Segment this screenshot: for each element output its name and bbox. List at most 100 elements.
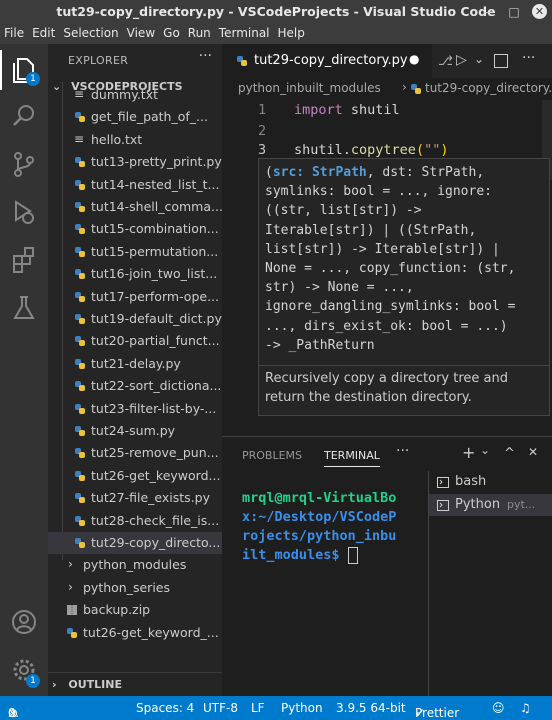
split-editor-icon[interactable]: ⎇ [438,54,453,69]
file-item[interactable]: tut14-nested_list_t... [48,174,222,196]
new-terminal-button[interactable]: + [462,443,475,462]
breadcrumb: python_inbuilt_modules › tut29-copy_dire… [222,78,552,100]
file-item[interactable]: tut15-permutation... [48,241,222,263]
account-icon[interactable] [8,606,40,638]
menu-go[interactable]: Go [159,24,184,42]
python-file-icon [75,538,85,548]
feedback-icon[interactable]: ☺ [492,701,505,715]
outline-divider [48,672,222,673]
unsaved-dot-icon[interactable]: ● [409,52,419,66]
close-window-button[interactable]: ✕ [532,4,547,19]
python-file-icon [75,291,85,302]
file-item[interactable]: tut13-pretty_print.py [48,151,222,173]
file-name: tut17-perform-ope... [91,288,219,304]
notifications-bell-icon[interactable]: ♫ [520,701,531,715]
tab-terminal[interactable]: TERMINAL [324,449,380,467]
folder-item[interactable]: › python_modules [48,554,222,576]
menu-file[interactable]: File [0,24,28,42]
restore-button[interactable]: □ [506,4,522,20]
terminal-item-bash[interactable]: bash [429,471,552,493]
file-item[interactable]: tut17-perform-ope... [48,286,222,308]
python-file-icon [75,269,85,280]
file-item[interactable]: tut26-get_keyword... [48,465,222,487]
file-item[interactable]: tut14-shell_comma... [48,196,222,218]
chevron-right-icon: › [68,556,73,572]
file-item[interactable]: tut26-get_keyword_... [48,622,222,644]
manage-gear-icon[interactable]: 1 [8,654,40,688]
explorer-icon[interactable]: 1 [8,54,40,86]
extensions-icon[interactable] [8,244,40,276]
text-file-icon: ≡ [74,131,85,146]
file-item[interactable]: tut23-filter-list-by-... [48,398,222,420]
menu-run[interactable]: Run [184,24,215,42]
split-editor-right-icon[interactable] [494,54,508,68]
menu-view[interactable]: View [123,24,159,42]
file-item[interactable]: ≡ dummy.txt [48,84,222,106]
file-item[interactable]: tut28-check_file_is... [48,510,222,532]
file-item[interactable]: tut15-combination... [48,218,222,240]
interpreter-status[interactable]: 3.9.5 64-bit [336,701,406,715]
close-panel-button[interactable]: ✕ [528,445,538,459]
file-item[interactable]: tut27-file_exists.py [48,487,222,509]
breadcrumb-folder[interactable]: python_inbuilt_modules [238,81,381,95]
file-item[interactable]: ≡ hello.txt [48,129,222,151]
python-file-icon [67,627,77,638]
panel-more-button[interactable]: ··· [396,443,409,459]
file-name: tut14-shell_comma... [91,199,222,214]
file-item[interactable]: get_file_path_of_... [48,106,222,128]
maximize-panel-button[interactable]: ^ [504,446,515,461]
run-dropdown-icon[interactable]: ⌄ [474,52,484,66]
file-item[interactable]: tut25-remove_pun... [48,442,222,464]
file-item[interactable]: tut22-sort_dictiona... [48,375,222,397]
file-name: hello.txt [91,131,143,147]
signature-line: str) -> None = ..., [265,280,414,296]
bottom-panel: PROBLEMS TERMINAL ··· + ⌄ ^ ✕ mrql@mrql-… [222,436,552,697]
menu-terminal[interactable]: Terminal [215,24,274,42]
menu-edit[interactable]: Edit [28,24,59,42]
terminal-output[interactable]: mrql@mrql-VirtualBo x:~/Desktop/VSCodeP … [242,489,428,565]
python-file-icon [75,381,85,392]
terminal-dropdown-button[interactable]: ⌄ [480,443,490,457]
tab-problems[interactable]: PROBLEMS [242,449,302,462]
minimize-button[interactable]: – [480,4,496,20]
python-file-icon [411,84,421,94]
outline-section-header[interactable]: › OUTLINE [52,678,122,691]
breadcrumb-file[interactable]: tut29-copy_directory. [425,81,552,95]
file-item[interactable]: tut29-copy_directo... [48,532,222,554]
file-item[interactable]: tut19-default_dict.py [48,308,222,330]
editor-tab-active[interactable]: tut29-copy_directory.py ● [222,44,432,78]
activity-bar: 1 1 [0,44,48,696]
file-item[interactable]: tut16-join_two_list... [48,263,222,285]
signature-line: (src: StrPath, dst: StrPath, [265,165,485,180]
editor-tab-bar: tut29-copy_directory.py ● ⎇ ▷ ⌄ ··· [222,44,552,78]
signature-line: None = ..., copy_function: (str, [265,260,516,276]
title-bar: tut29-copy_directory.py - VSCodeProjects… [0,0,552,24]
file-item[interactable]: tut21-delay.py [48,353,222,375]
file-item[interactable]: tut24-sum.py [48,420,222,442]
chevron-right-icon: › [52,678,57,691]
run-python-icon[interactable]: ▷ [456,52,467,68]
signature-line: -> _PathReturn [265,337,375,353]
menu-help[interactable]: Help [274,24,309,42]
folder-item[interactable]: › python_series [48,577,222,599]
editor-more-icon[interactable]: ··· [522,50,535,66]
file-item[interactable]: tut20-partial_funct... [48,330,222,352]
testing-icon[interactable] [8,292,40,324]
file-name: tut14-nested_list_t... [91,176,220,192]
search-icon[interactable] [8,100,40,132]
folder-name: python_modules [83,557,187,573]
active-indicator [0,50,2,90]
encoding-status[interactable]: UTF-8 [203,701,238,715]
file-name: tut21-delay.py [91,355,181,371]
language-status[interactable]: Python [281,701,323,715]
terminal-line: ilt_modules$ [242,547,348,563]
explorer-more-button[interactable]: ··· [199,48,212,64]
indentation-status[interactable]: Spaces: 4 [136,701,194,715]
eol-status[interactable]: LF [251,701,265,715]
terminal-item-python[interactable]: Python pyt... [429,494,552,516]
run-debug-icon[interactable] [8,196,40,228]
file-item[interactable]: backup.zip [48,599,222,621]
source-control-icon[interactable] [8,148,40,180]
menu-selection[interactable]: Selection [59,24,122,42]
file-name: tut27-file_exists.py [91,490,211,506]
